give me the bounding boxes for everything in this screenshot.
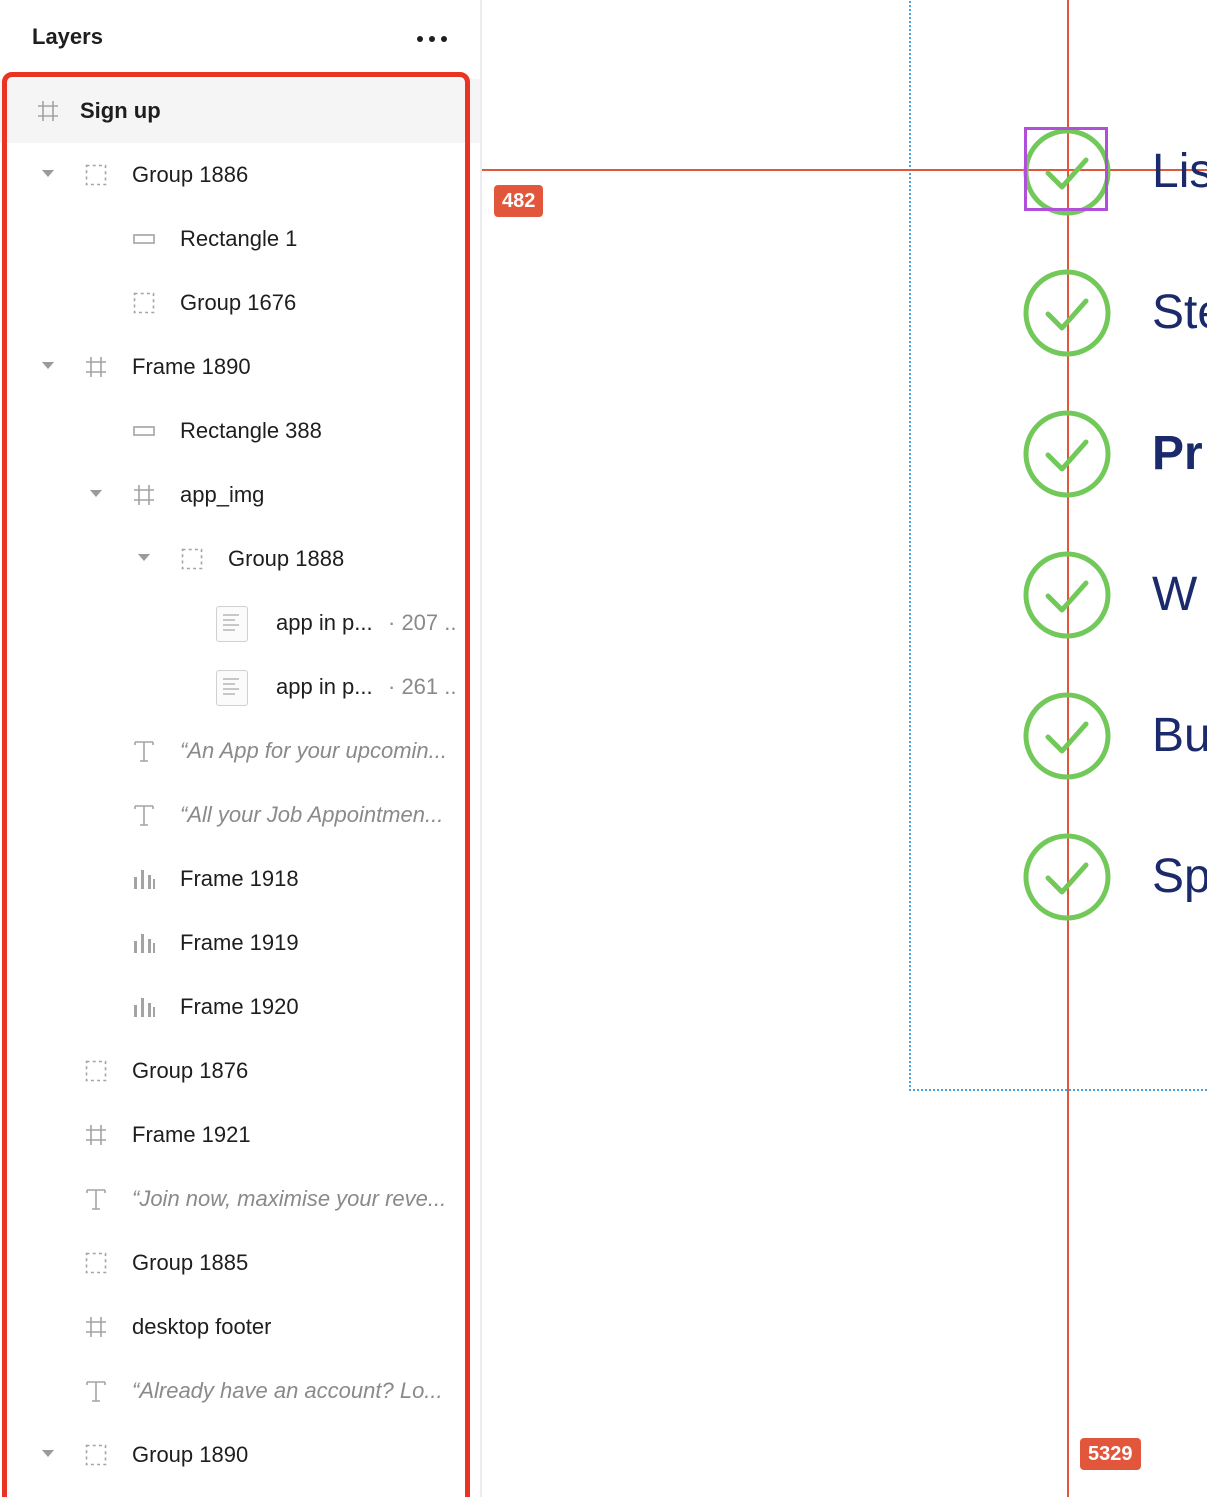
- layer-name: Frame 1919: [180, 930, 299, 955]
- layer-name: Group 1876: [132, 1058, 249, 1083]
- check-circle-icon: [1022, 691, 1112, 781]
- layer-meta: · 261 ...: [388, 674, 458, 699]
- group-icon: [84, 163, 108, 187]
- group-icon: [84, 1251, 108, 1275]
- layers-panel-header: Layers: [0, 0, 480, 78]
- layer-name: app in p...: [276, 610, 373, 635]
- layer-row-frame-1890[interactable]: Frame 1890: [0, 335, 480, 399]
- layer-name: “An App for your upcomin...: [180, 738, 447, 763]
- layer-meta: · 207 ...: [388, 610, 458, 635]
- auto-layout-icon: [132, 867, 156, 891]
- checklist-item-text: Bu: [1152, 709, 1207, 762]
- frame-icon: [84, 1123, 108, 1147]
- text-icon: [84, 1379, 108, 1403]
- layer-list: Sign up Group 1886 Rectangle 1 Group 1676 Fr…: [0, 79, 480, 1487]
- expand-caret-icon[interactable]: [138, 554, 150, 561]
- frame-icon: [36, 99, 60, 123]
- layer-row-text-an-app[interactable]: “An App for your upcomin...: [0, 719, 480, 783]
- layer-name: “Join now, maximise your reve...: [132, 1186, 447, 1211]
- check-circle-icon: [1022, 409, 1112, 499]
- group-icon: [180, 547, 204, 571]
- group-icon: [132, 291, 156, 315]
- layer-name: app in p...: [276, 674, 373, 699]
- group-icon: [84, 1443, 108, 1467]
- checklist-item-text: Pr: [1152, 427, 1203, 480]
- layer-row-rectangle-1[interactable]: Rectangle 1: [0, 207, 480, 271]
- checklist-item-text: Sp: [1152, 850, 1207, 903]
- layer-row-text-all-your[interactable]: “All your Job Appointmen...: [0, 783, 480, 847]
- layer-row-rectangle-388[interactable]: Rectangle 388: [0, 399, 480, 463]
- rectangle-icon: [132, 227, 156, 251]
- check-circle-icon: [1022, 268, 1112, 358]
- frame-icon: [84, 355, 108, 379]
- layer-row-desktop-footer[interactable]: desktop footer: [0, 1295, 480, 1359]
- frame-icon: [84, 1315, 108, 1339]
- expand-caret-icon[interactable]: [42, 170, 54, 177]
- layer-row-text-join-now[interactable]: “Join now, maximise your reve...: [0, 1167, 480, 1231]
- expand-caret-icon[interactable]: [90, 490, 102, 497]
- layer-name: Group 1890: [132, 1442, 249, 1467]
- layer-row-sign-up[interactable]: Sign up: [0, 79, 480, 143]
- check-circle-icon: [1022, 550, 1112, 640]
- layer-row-group-1886[interactable]: Group 1886: [0, 143, 480, 207]
- layer-row-app-in-p-2[interactable]: app in p... · 261 ...: [0, 655, 480, 719]
- design-canvas[interactable]: Lis Ste Pr W Bu Sp 482 5329: [482, 0, 1207, 1497]
- layer-name: Frame 1890: [132, 354, 251, 379]
- frame-icon: [132, 483, 156, 507]
- layer-name: “All your Job Appointmen...: [180, 802, 444, 827]
- layer-name: “Already have an account? Lo...: [132, 1378, 443, 1403]
- layer-name: desktop footer: [132, 1314, 272, 1339]
- layers-panel: Layers Sign up Group 1886 Rectangle 1 Group…: [0, 0, 482, 1497]
- text-icon: [132, 739, 156, 763]
- layer-name: Group 1886: [132, 162, 249, 187]
- group-icon: [84, 1059, 108, 1083]
- text-icon: [84, 1187, 108, 1211]
- expand-caret-icon[interactable]: [42, 1450, 54, 1457]
- expand-caret-icon[interactable]: [42, 362, 54, 369]
- layer-name: Group 1885: [132, 1250, 249, 1275]
- layer-name: Frame 1920: [180, 994, 299, 1019]
- layer-name: Rectangle 388: [180, 418, 322, 443]
- layer-row-text-already[interactable]: “Already have an account? Lo...: [0, 1359, 480, 1423]
- layer-row-group-1888[interactable]: Group 1888: [0, 527, 480, 591]
- auto-layout-icon: [132, 931, 156, 955]
- checklist-item-text: Ste: [1152, 286, 1207, 339]
- layer-name: Rectangle 1: [180, 226, 298, 251]
- selection-box[interactable]: [1024, 127, 1108, 211]
- layers-panel-title: Layers: [32, 24, 103, 49]
- text-icon: [132, 803, 156, 827]
- layer-row-frame-1919[interactable]: Frame 1919: [0, 911, 480, 975]
- layer-name: Frame 1918: [180, 866, 299, 891]
- layer-name: Frame 1921: [132, 1122, 251, 1147]
- layer-row-group-1885[interactable]: Group 1885: [0, 1231, 480, 1295]
- more-options-button[interactable]: [410, 22, 454, 56]
- layer-name: app_img: [180, 482, 265, 507]
- layer-name: Group 1888: [228, 546, 345, 571]
- layer-row-group-1890[interactable]: Group 1890: [0, 1423, 480, 1487]
- layer-row-frame-1920[interactable]: Frame 1920: [0, 975, 480, 1039]
- checklist-item-text: W: [1152, 568, 1198, 621]
- rectangle-icon: [132, 419, 156, 443]
- layer-row-group-1676[interactable]: Group 1676: [0, 271, 480, 335]
- layer-row-app-img[interactable]: app_img: [0, 463, 480, 527]
- image-thumbnail-icon: [216, 670, 248, 706]
- layer-row-frame-1921[interactable]: Frame 1921: [0, 1103, 480, 1167]
- layer-name: Sign up: [80, 98, 161, 123]
- measure-badge-vertical: 5329: [1080, 1438, 1141, 1470]
- auto-layout-icon: [132, 995, 156, 1019]
- image-thumbnail-icon: [216, 606, 248, 642]
- check-circle-icon: [1022, 832, 1112, 922]
- layer-row-group-1876[interactable]: Group 1876: [0, 1039, 480, 1103]
- layer-name: Group 1676: [180, 290, 297, 315]
- layer-row-frame-1918[interactable]: Frame 1918: [0, 847, 480, 911]
- more-horizontal-icon: [417, 36, 423, 42]
- measure-badge-horizontal: 482: [494, 185, 544, 217]
- layer-row-app-in-p-1[interactable]: app in p... · 207 ...: [0, 591, 480, 655]
- checklist-item-text: Lis: [1152, 145, 1207, 198]
